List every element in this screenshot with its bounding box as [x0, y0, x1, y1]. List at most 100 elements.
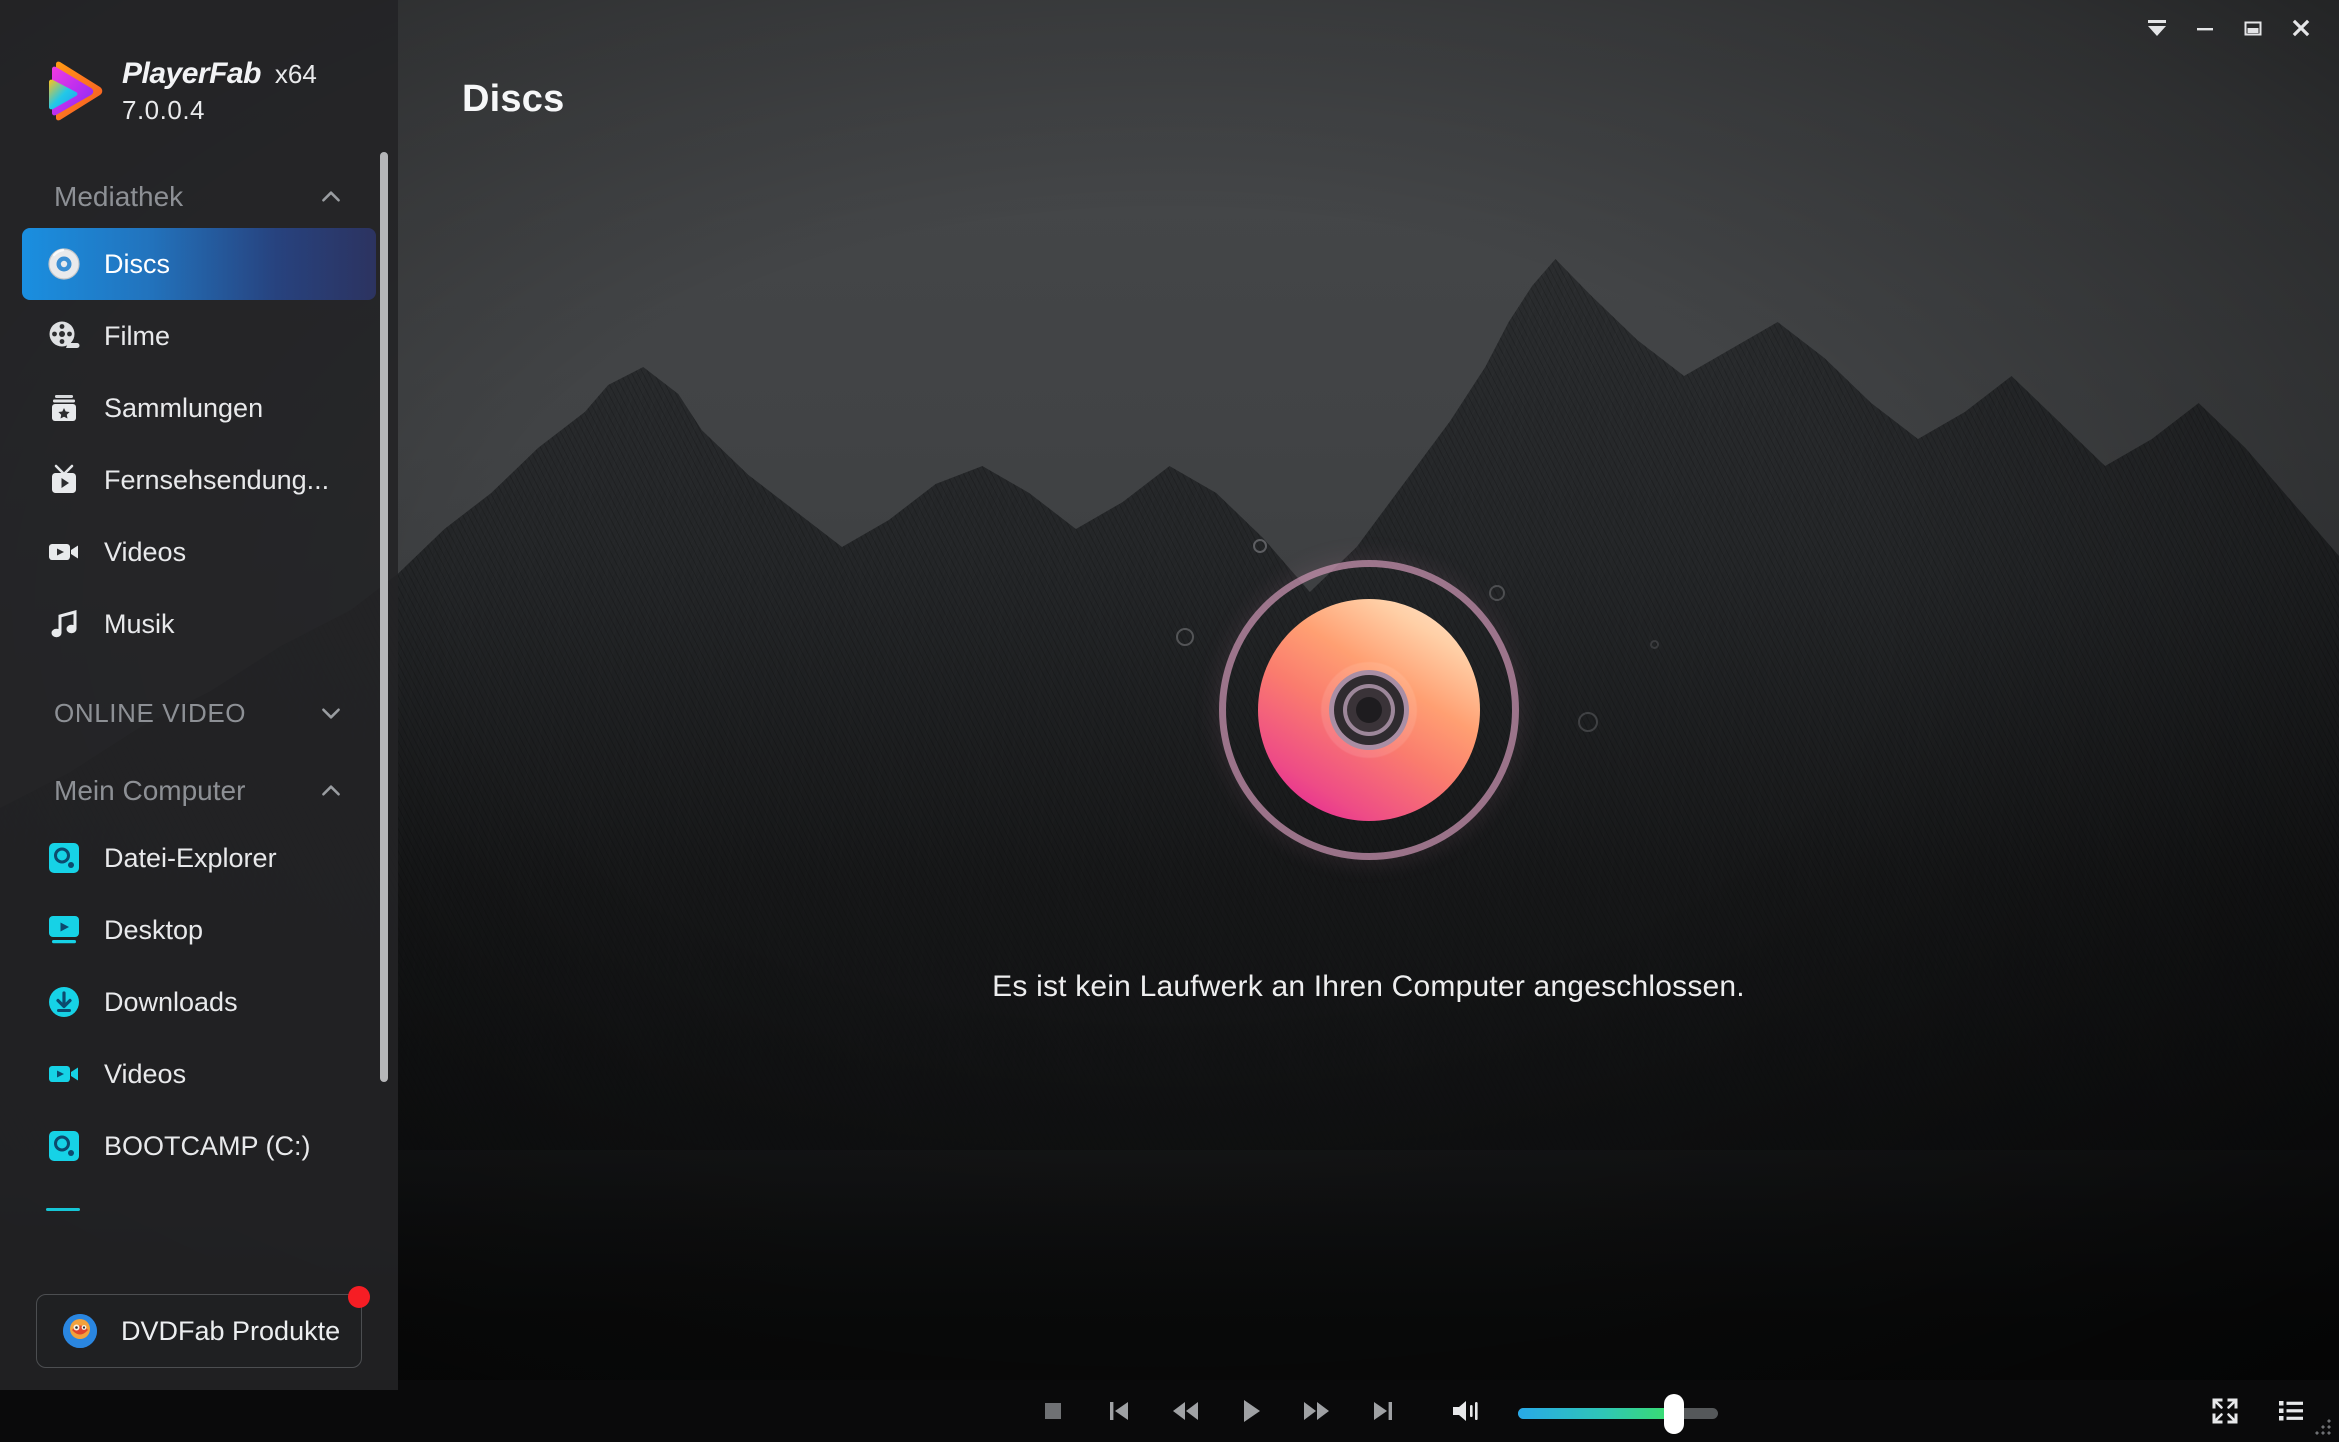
brand-block: PlayerFab x64 7.0.0.4: [0, 0, 398, 140]
playlist-list-icon: [2279, 1401, 2303, 1421]
stop-button[interactable]: [1020, 1380, 1086, 1442]
sidebar-item-discs[interactable]: Discs: [22, 228, 376, 300]
page-title: Discs: [462, 78, 565, 120]
sidebar-item-label: Datei-Explorer: [104, 842, 277, 873]
dvdfab-produkte-button[interactable]: DVDFab Produkte: [36, 1286, 370, 1368]
sidebar-group-label: Mein Computer: [54, 775, 246, 806]
volume-handle[interactable]: [1663, 1394, 1684, 1434]
disc-hub-outer-ring: [1328, 670, 1409, 750]
sidebar-group-label: Mediathek: [54, 181, 184, 212]
sidebar-item-desktop[interactable]: Desktop: [22, 894, 376, 966]
file-explorer-icon: [49, 843, 79, 873]
fast-forward-icon: [1303, 1402, 1329, 1420]
sidebar-group-label: ONLINE VIDEO: [54, 697, 247, 728]
sidebar: PlayerFab x64 7.0.0.4 Mediathek Discs Fi…: [0, 0, 398, 1442]
dvdfab-produkte-label: DVDFab Produkte: [121, 1315, 341, 1346]
skip-previous-icon: [1109, 1402, 1128, 1420]
brand-text: PlayerFab x64 7.0.0.4: [122, 57, 317, 126]
sidebar-item-label: Musik: [104, 608, 175, 639]
playerfab-window: Discs Es ist kein Laufwerk an Ihren Comp…: [0, 0, 2339, 1442]
rewind-button[interactable]: [1152, 1380, 1218, 1442]
player-right-controls: [2203, 1380, 2313, 1442]
stop-icon: [1044, 1403, 1061, 1419]
fullscreen-expand-icon: [2212, 1398, 2238, 1424]
maximize-restore-icon: [2244, 21, 2262, 36]
brand-architecture: x64: [274, 58, 317, 89]
close-x-icon: [2292, 19, 2310, 37]
chevron-down-icon: [322, 708, 340, 719]
sidebar-item-label: Videos: [104, 1058, 187, 1089]
next-button[interactable]: [1350, 1380, 1416, 1442]
disc-hub-inner-ring: [1342, 684, 1395, 736]
play-icon: [1243, 1400, 1260, 1422]
fullscreen-button[interactable]: [2203, 1389, 2247, 1433]
sidebar-item-label: Videos: [104, 536, 187, 567]
video-camera-icon: [49, 544, 78, 560]
player-transport-controls: [398, 1380, 2339, 1442]
collapse-menu-button[interactable]: [2133, 5, 2181, 51]
tv-show-icon: [52, 464, 76, 493]
maximize-button[interactable]: [2229, 5, 2277, 51]
player-control-bar: [398, 1380, 2339, 1442]
sidebar-item-label: Filme: [104, 320, 170, 351]
sidebar-group-mediathek[interactable]: Mediathek: [0, 166, 398, 228]
sidebar-divider: [46, 1208, 80, 1211]
play-button[interactable]: [1218, 1380, 1284, 1442]
volume-fill: [1517, 1408, 1674, 1419]
sidebar-item-label: BOOTCAMP (C:): [104, 1130, 311, 1161]
film-reel-icon: [49, 321, 80, 348]
sidebar-nav: Mediathek Discs Filme Sammlungen Fernseh…: [0, 140, 398, 1294]
sidebar-group-mein-computer[interactable]: Mein Computer: [0, 760, 398, 822]
brand-name: PlayerFab: [122, 56, 261, 90]
drive-icon: [49, 1131, 79, 1161]
desktop-icon: [49, 916, 79, 944]
disc-center-hole: [1355, 697, 1382, 723]
sidebar-item-datei-explorer[interactable]: Datei-Explorer: [22, 822, 376, 894]
bar-triangle-down-icon: [2148, 20, 2166, 36]
volume-slider[interactable]: [1517, 1394, 1718, 1434]
collection-box-icon: [52, 395, 76, 421]
sidebar-item-label: Sammlungen: [104, 392, 264, 423]
no-drive-notice: Es ist kein Laufwerk an Ihren Computer a…: [992, 970, 1745, 1003]
playlist-button[interactable]: [2269, 1389, 2313, 1433]
sidebar-item-label: Downloads: [104, 986, 238, 1017]
brand-version: 7.0.0.4: [122, 94, 206, 125]
title-bar: [2133, 0, 2339, 56]
sidebar-item-label: Fernsehsendung...: [104, 464, 330, 495]
sidebar-item-fernsehsendungen[interactable]: Fernsehsendung...: [22, 444, 376, 516]
chevron-up-icon: [322, 785, 340, 796]
sidebar-item-downloads[interactable]: Downloads: [22, 966, 376, 1038]
sidebar-bottom-bar: [0, 1390, 398, 1442]
resize-grip[interactable]: [2312, 1416, 2334, 1438]
skip-next-icon: [1373, 1402, 1392, 1420]
music-note-icon: [51, 610, 77, 638]
sidebar-group-online-video[interactable]: ONLINE VIDEO: [0, 682, 398, 744]
disc-icon: [48, 248, 80, 280]
rewind-icon: [1172, 1402, 1198, 1420]
sidebar-item-videos-computer[interactable]: Videos: [22, 1038, 376, 1110]
sidebar-scrollbar[interactable]: [380, 152, 388, 1082]
main-content: Discs Es ist kein Laufwerk an Ihren Comp…: [398, 0, 2339, 1442]
downloads-icon: [49, 987, 79, 1017]
sidebar-item-videos[interactable]: Videos: [22, 516, 376, 588]
video-camera-icon: [49, 1066, 78, 1082]
sidebar-item-label: Discs: [104, 248, 170, 279]
minimize-icon: [2197, 28, 2213, 31]
volume-on-icon: [1452, 1401, 1478, 1421]
playerfab-play-logo-icon: [49, 61, 103, 121]
close-button[interactable]: [2277, 5, 2325, 51]
sidebar-item-filme[interactable]: Filme: [22, 300, 376, 372]
sidebar-item-musik[interactable]: Musik: [22, 588, 376, 660]
disc-empty-state: Es ist kein Laufwerk an Ihren Computer a…: [398, 560, 2339, 1004]
volume-button[interactable]: [1438, 1380, 1496, 1442]
fast-forward-button[interactable]: [1284, 1380, 1350, 1442]
previous-button[interactable]: [1086, 1380, 1152, 1442]
sidebar-item-bootcamp-c[interactable]: BOOTCAMP (C:): [22, 1110, 376, 1182]
notification-badge: [348, 1286, 370, 1308]
disc-illustration-icon: [1218, 560, 1519, 860]
sidebar-item-sammlungen[interactable]: Sammlungen: [22, 372, 376, 444]
sidebar-item-label: Desktop: [104, 914, 204, 945]
disc-surface: [1257, 599, 1480, 821]
chevron-up-icon: [322, 191, 340, 202]
minimize-button[interactable]: [2181, 5, 2229, 51]
